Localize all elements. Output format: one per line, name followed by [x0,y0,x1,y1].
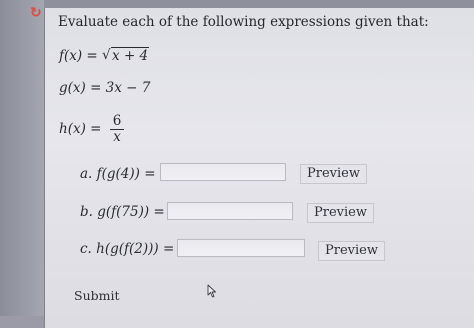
preview-button-a[interactable]: Preview [300,164,367,184]
answer-input-b[interactable] [167,202,293,220]
fraction-numerator: 6 [109,114,125,130]
definition-f-lhs: f(x) = [59,48,103,64]
question-panel: Evaluate each of the following expressio… [44,8,474,328]
fraction: 6x [109,114,125,145]
definition-g: g(x) = 3x − 7 [59,80,151,96]
definition-h: h(x) = 6x [59,114,125,145]
submit-button[interactable]: Submit [74,288,120,303]
definition-f-radicand: x + 4 [111,47,150,64]
refresh-icon[interactable]: ↻ [30,6,44,20]
definition-h-lhs: h(x) = [59,121,106,137]
preview-button-b[interactable]: Preview [307,203,374,223]
definition-f: f(x) = √ x + 4 [59,47,150,64]
mouse-cursor-icon [207,284,216,298]
question-c-label: c. h(g(f(2))) = [80,241,175,257]
square-root: √ x + 4 [102,47,150,64]
question-b-label: b. g(f(75)) = [80,204,165,220]
question-a-label: a. f(g(4)) = [80,166,156,182]
fraction-denominator: x [113,129,121,145]
left-strip [0,0,44,316]
question-prompt: Evaluate each of the following expressio… [58,14,429,30]
preview-button-c[interactable]: Preview [318,241,385,261]
answer-input-c[interactable] [177,239,305,257]
top-bar [0,0,474,8]
answer-input-a[interactable] [160,163,286,181]
